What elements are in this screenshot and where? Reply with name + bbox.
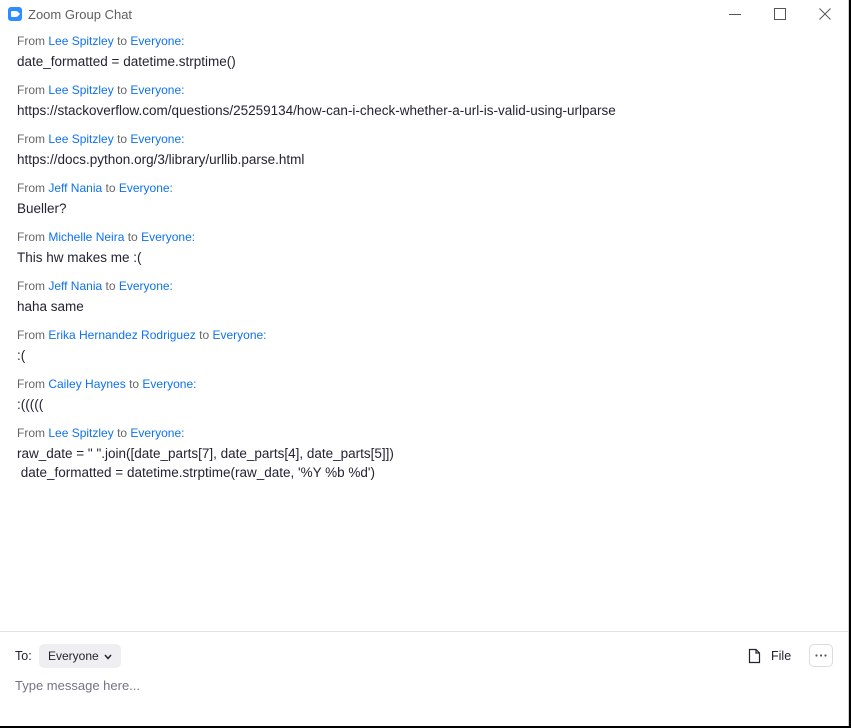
recipient-name[interactable]: Everyone: bbox=[130, 83, 184, 97]
recipient-name[interactable]: Everyone: bbox=[119, 181, 173, 195]
sender-name[interactable]: Lee Spitzley bbox=[48, 132, 113, 146]
recipient-name[interactable]: Everyone: bbox=[130, 34, 184, 48]
sender-name[interactable]: Jeff Nania bbox=[48, 181, 102, 195]
from-label: From bbox=[17, 328, 45, 342]
sender-name[interactable]: Jeff Nania bbox=[48, 279, 102, 293]
message-input[interactable] bbox=[15, 675, 825, 695]
window-title: Zoom Group Chat bbox=[28, 7, 133, 22]
to-label: to bbox=[105, 181, 116, 195]
from-label: From bbox=[17, 377, 45, 391]
file-icon bbox=[748, 648, 761, 664]
from-label: From bbox=[17, 426, 45, 440]
from-label: From bbox=[17, 132, 45, 146]
message-header: From Jeff Nania to Everyone: bbox=[17, 180, 837, 196]
chevron-down-icon bbox=[104, 654, 112, 660]
sender-name[interactable]: Erika Hernandez Rodriguez bbox=[48, 328, 195, 342]
sender-name[interactable]: Lee Spitzley bbox=[48, 426, 113, 440]
minimize-button[interactable] bbox=[712, 0, 758, 29]
maximize-icon bbox=[774, 8, 786, 20]
message-header: From Michelle Neira to Everyone: bbox=[17, 229, 837, 245]
recipient-name[interactable]: Everyone: bbox=[212, 328, 266, 342]
chat-message: From Lee Spitzley to Everyone: https://s… bbox=[17, 82, 837, 120]
zoom-camera-icon bbox=[8, 7, 22, 21]
from-label: From bbox=[17, 279, 45, 293]
message-text: :((((( bbox=[17, 397, 44, 412]
chat-message: From Jeff Nania to Everyone: haha same bbox=[17, 278, 837, 316]
minimize-icon bbox=[729, 14, 741, 15]
to-label: To: bbox=[15, 649, 32, 663]
chat-message: From Michelle Neira to Everyone: This hw… bbox=[17, 229, 837, 267]
from-label: From bbox=[17, 83, 45, 97]
recipient-value: Everyone bbox=[48, 649, 99, 663]
from-label: From bbox=[17, 34, 45, 48]
sender-name[interactable]: Lee Spitzley bbox=[48, 34, 113, 48]
to-label: to bbox=[117, 34, 128, 48]
to-label: to bbox=[199, 328, 210, 342]
message-header: From Erika Hernandez Rodriguez to Everyo… bbox=[17, 327, 837, 343]
from-label: From bbox=[17, 181, 45, 195]
chat-messages[interactable]: From Lee Spitzley to Everyone: date_form… bbox=[0, 29, 848, 632]
zoom-chat-window: Zoom Group Chat From Lee Spitzley to Eve… bbox=[0, 0, 849, 726]
file-button[interactable]: File bbox=[748, 647, 791, 665]
message-header: From Jeff Nania to Everyone: bbox=[17, 278, 837, 294]
to-label: to bbox=[117, 426, 128, 440]
maximize-button[interactable] bbox=[757, 0, 803, 29]
to-label: to bbox=[105, 279, 116, 293]
to-label: to bbox=[117, 83, 128, 97]
sender-name[interactable]: Michelle Neira bbox=[48, 230, 124, 244]
recipient-name[interactable]: Everyone: bbox=[141, 230, 195, 244]
recipient-name[interactable]: Everyone: bbox=[130, 426, 184, 440]
message-text: raw_date = " ".join([date_parts[7], date… bbox=[17, 446, 394, 480]
chat-message: From Lee Spitzley to Everyone: date_form… bbox=[17, 33, 837, 71]
close-button[interactable] bbox=[802, 0, 848, 29]
message-text: https://docs.python.org/3/library/urllib… bbox=[17, 152, 305, 167]
message-composer: To: Everyone File bbox=[0, 632, 848, 726]
message-text: Bueller? bbox=[17, 201, 67, 216]
recipient-name[interactable]: Everyone: bbox=[119, 279, 173, 293]
sender-name[interactable]: Cailey Haynes bbox=[48, 377, 125, 391]
chat-message: From Jeff Nania to Everyone: Bueller? bbox=[17, 180, 837, 218]
chat-message: From Lee Spitzley to Everyone: raw_date … bbox=[17, 425, 837, 482]
message-header: From Lee Spitzley to Everyone: bbox=[17, 131, 837, 147]
close-icon bbox=[819, 8, 831, 20]
message-header: From Lee Spitzley to Everyone: bbox=[17, 425, 837, 441]
message-header: From Lee Spitzley to Everyone: bbox=[17, 33, 837, 49]
message-text: date_formatted = datetime.strptime() bbox=[17, 54, 236, 69]
recipient-name[interactable]: Everyone: bbox=[142, 377, 196, 391]
recipient-dropdown[interactable]: Everyone bbox=[39, 644, 121, 668]
message-header: From Cailey Haynes to Everyone: bbox=[17, 376, 837, 392]
title-bar: Zoom Group Chat bbox=[0, 0, 848, 29]
chat-message: From Erika Hernandez Rodriguez to Everyo… bbox=[17, 327, 837, 365]
to-label: to bbox=[127, 230, 138, 244]
to-label: to bbox=[117, 132, 128, 146]
to-label: to bbox=[129, 377, 140, 391]
message-text: :( bbox=[17, 348, 26, 363]
chat-message: From Lee Spitzley to Everyone: https://d… bbox=[17, 131, 837, 169]
more-icon bbox=[815, 654, 827, 657]
recipient-name[interactable]: Everyone: bbox=[130, 132, 184, 146]
message-text: haha same bbox=[17, 299, 84, 314]
message-header: From Lee Spitzley to Everyone: bbox=[17, 82, 837, 98]
message-text: This hw makes me :( bbox=[17, 250, 142, 265]
file-label: File bbox=[771, 649, 792, 663]
sender-name[interactable]: Lee Spitzley bbox=[48, 83, 113, 97]
from-label: From bbox=[17, 230, 45, 244]
more-options-button[interactable] bbox=[809, 644, 833, 667]
message-text: https://stackoverflow.com/questions/2525… bbox=[17, 103, 616, 118]
chat-message: From Cailey Haynes to Everyone: :((((( bbox=[17, 376, 837, 414]
